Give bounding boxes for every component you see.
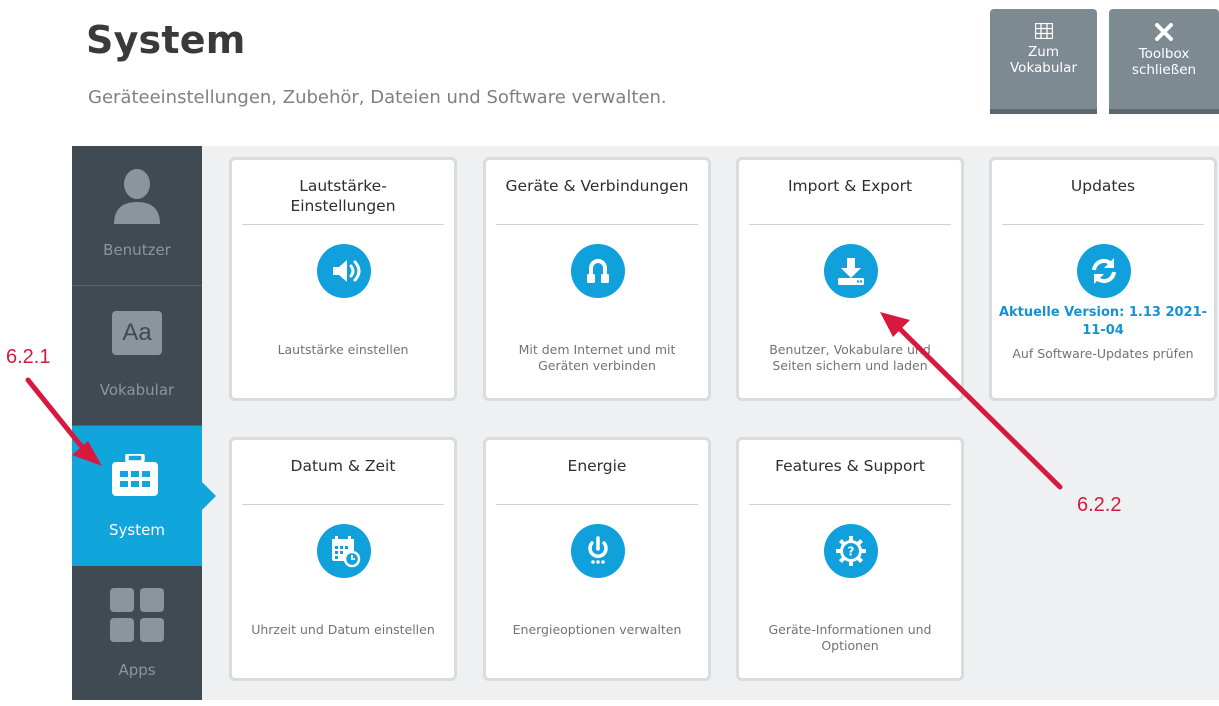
download-icon <box>824 244 878 298</box>
grid-icon <box>1034 23 1053 39</box>
card-divider <box>749 224 951 225</box>
sidebar-item-label: Vokabular <box>99 381 175 399</box>
to-vocabulary-label: Zum Vokabular <box>1010 44 1077 76</box>
card-description: Auf Software-Updates prüfen <box>1012 346 1194 361</box>
page-subtitle: Geräteeinstellungen, Zubehör, Dateien un… <box>88 87 667 108</box>
card-title: Updates <box>1070 177 1136 195</box>
card-description: Energieoptionen verwalten <box>512 622 682 637</box>
card-energy[interactable]: Energie Energieoptionen verwalten <box>483 437 711 681</box>
sidebar: Benutzer Aa Vokabular System Apps <box>72 146 216 700</box>
sidebar-item-benutzer[interactable]: Benutzer <box>72 146 202 286</box>
card-divider <box>242 224 444 225</box>
close-toolbox-button[interactable]: Toolbox schließen <box>1109 9 1219 114</box>
card-title: Lautstärke- Einstellungen <box>290 177 396 215</box>
close-toolbox-label: Toolbox schließen <box>1131 46 1197 78</box>
card-features-support[interactable]: Features & Support ? Geräte-Informatione… <box>736 437 964 681</box>
user-icon <box>114 169 160 224</box>
card-divider <box>1002 224 1204 225</box>
sidebar-item-vokabular[interactable]: Aa Vokabular <box>72 286 202 426</box>
toolbox-icon <box>112 454 158 496</box>
card-title: Features & Support <box>775 457 925 475</box>
card-date-time[interactable]: Datum & Zeit Uhrzeit und Datum einstelle… <box>229 437 457 681</box>
card-description: Geräte-Informationen und Optionen <box>768 622 932 653</box>
speaker-icon <box>317 244 371 298</box>
card-title: Datum & Zeit <box>290 457 396 475</box>
card-title: Geräte & Verbindungen <box>505 177 689 195</box>
apps-grid-icon <box>110 588 164 642</box>
card-updates[interactable]: Updates Aktuelle Version: 1.13 2021- 11-… <box>989 157 1217 401</box>
sidebar-item-system[interactable]: System <box>72 426 216 566</box>
version-text: Aktuelle Version: 1.13 2021- 11-04 <box>998 305 1208 338</box>
sidebar-item-label: Benutzer <box>103 241 171 259</box>
annotation-label-6-2-1: 6.2.1 <box>6 346 51 368</box>
sidebar-item-label: System <box>109 521 165 539</box>
card-divider <box>242 504 444 505</box>
power-icon <box>571 524 625 578</box>
card-import-export[interactable]: Import & Export Benutzer, Vokabulare und… <box>736 157 964 401</box>
calendar-clock-icon <box>317 524 371 578</box>
card-divider <box>749 504 951 505</box>
card-description: Benutzer, Vokabulare und Seiten sichern … <box>769 342 931 373</box>
card-devices-connections[interactable]: Geräte & Verbindungen Mit dem Internet u… <box>483 157 711 401</box>
card-description: Lautstärke einstellen <box>277 342 409 357</box>
card-description: Mit dem Internet und mit Geräten verbind… <box>518 342 676 373</box>
connection-icon <box>571 244 625 298</box>
card-divider <box>496 504 698 505</box>
svg-text:?: ? <box>848 545 855 559</box>
to-vocabulary-button[interactable]: Zum Vokabular <box>990 9 1097 114</box>
card-title: Import & Export <box>787 177 913 195</box>
close-icon <box>1155 23 1173 41</box>
sidebar-item-label: Apps <box>118 661 156 679</box>
card-volume[interactable]: Lautstärke- Einstellungen Lautstärke ein… <box>229 157 457 401</box>
card-divider <box>496 224 698 225</box>
card-description: Uhrzeit und Datum einstellen <box>251 622 435 637</box>
card-title: Energie <box>567 457 627 475</box>
vocabulary-aa-icon: Aa <box>112 311 162 355</box>
annotation-label-6-2-2: 6.2.2 <box>1077 494 1122 516</box>
refresh-icon <box>1077 244 1131 298</box>
page-title: System <box>86 18 246 62</box>
gear-help-icon: ? <box>824 524 878 578</box>
sidebar-item-apps[interactable]: Apps <box>72 566 202 706</box>
